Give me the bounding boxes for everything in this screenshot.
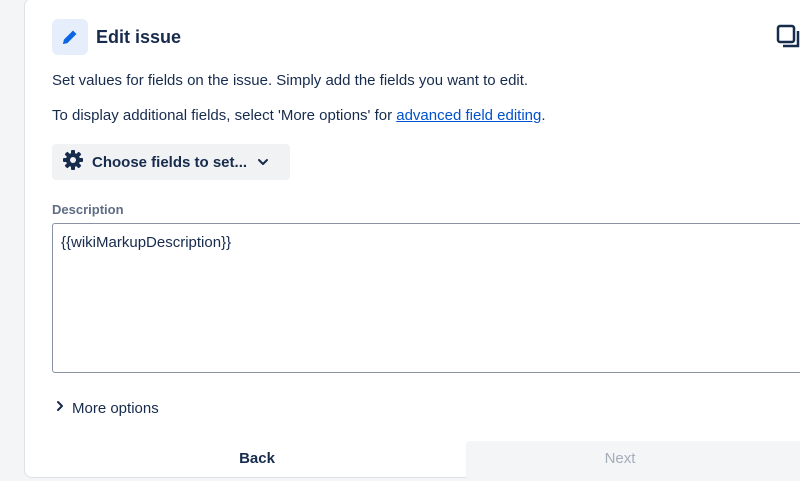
gear-icon bbox=[62, 149, 84, 176]
intro-advanced-suffix: . bbox=[541, 107, 546, 124]
advanced-field-editing-link[interactable]: advanced field editing bbox=[396, 107, 541, 124]
next-label: Next bbox=[604, 450, 636, 467]
panel-header: Edit issue bbox=[52, 19, 181, 55]
next-button[interactable]: Next bbox=[466, 441, 800, 481]
intro-text: Set values for fields on the issue. Simp… bbox=[52, 72, 529, 89]
chevron-down-icon bbox=[257, 153, 269, 171]
pencil-icon bbox=[52, 19, 88, 55]
more-options-label: More options bbox=[72, 399, 159, 417]
description-value: {{wikiMarkupDescription}} bbox=[61, 234, 232, 251]
duplicate-icon[interactable] bbox=[776, 24, 800, 50]
description-label: Description bbox=[52, 202, 124, 217]
more-options-toggle[interactable]: More options bbox=[56, 399, 159, 417]
intro-advanced-text: To display additional fields, select 'Mo… bbox=[52, 107, 546, 124]
panel-title: Edit issue bbox=[96, 26, 182, 47]
choose-fields-label: Choose fields to set... bbox=[92, 153, 248, 171]
choose-fields-button[interactable]: Choose fields to set... bbox=[52, 144, 290, 180]
chevron-right-icon bbox=[56, 399, 64, 417]
description-field[interactable]: {{wikiMarkupDescription}} bbox=[52, 223, 800, 373]
back-button[interactable]: Back bbox=[48, 442, 466, 472]
intro-advanced-prefix: To display additional fields, select 'Mo… bbox=[52, 107, 397, 124]
back-label: Back bbox=[239, 450, 275, 467]
